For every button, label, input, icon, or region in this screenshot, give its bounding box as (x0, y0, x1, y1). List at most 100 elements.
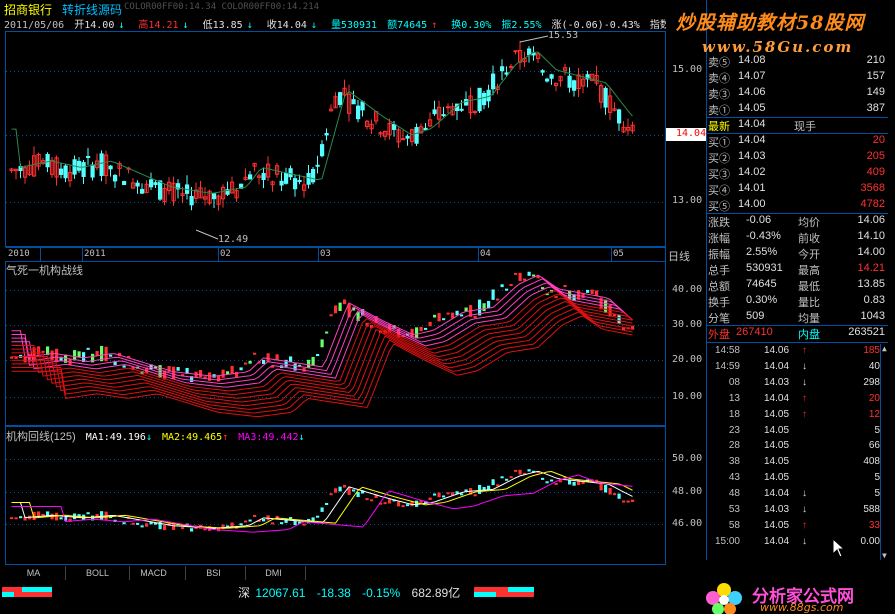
stat-key: 均价 (798, 217, 820, 229)
panel2-candle (248, 360, 252, 364)
candle-body (540, 70, 545, 73)
latest-label: 最新 (708, 121, 730, 133)
buy-row-3[interactable]: 买③ 14.02 409 (706, 166, 887, 182)
buy-row-price: 14.04 (738, 134, 766, 146)
tick-row[interactable]: 18 14.05 ↑ 12 (706, 409, 888, 425)
stat-key: 均量 (798, 313, 820, 325)
tick-row[interactable]: 14:59 14.04 ↓ 40 (706, 361, 888, 377)
panel3-candle (514, 469, 518, 472)
tick-row[interactable]: 28 14.05 66 (706, 440, 888, 456)
tab-bsi[interactable]: BSI (182, 566, 246, 580)
panel2-candle (329, 314, 333, 317)
ma1-value: MA1:49.196 (85, 432, 146, 443)
tick-row[interactable]: 43 14.05 5 (706, 472, 888, 488)
tab-macd[interactable]: MACD (122, 566, 186, 580)
institution-battle-layer (10, 271, 635, 418)
tick-row[interactable]: 38 14.05 408 (706, 456, 888, 472)
main-kline-layer (9, 35, 635, 240)
market-change: -18.38 (316, 586, 351, 600)
panel3-candle (370, 499, 374, 502)
tab-ma[interactable]: MA (2, 566, 66, 580)
tick-direction-icon: ↓ (802, 376, 807, 388)
buy-row-5[interactable]: 买⑤ 14.00 4782 (706, 198, 887, 214)
panel2-candle (307, 359, 311, 368)
tick-scrollbar[interactable]: ▲ ▼ (880, 344, 890, 560)
panel3-candle (352, 489, 356, 492)
tick-row[interactable]: 58 14.05 ↑ 33 (706, 520, 888, 536)
candle-body (473, 111, 478, 114)
panel2-candle (244, 362, 248, 365)
latest-price: 14.04 (738, 118, 766, 130)
panel3-candle (253, 514, 257, 517)
stat-value: 1043 (860, 310, 885, 322)
sell-row-price: 14.07 (738, 70, 766, 82)
tick-row[interactable]: 14:58 14.06 ↑ 185 (706, 345, 888, 361)
watermark-88gs: 分析家公式网 www.88gs.com (700, 582, 895, 614)
candle-body (158, 180, 163, 200)
panel3-candle (608, 487, 612, 495)
tick-row[interactable]: 08 14.03 ↓ 298 (706, 377, 888, 393)
market-pct: -0.15% (362, 586, 401, 600)
candle-body (248, 174, 253, 180)
divider (706, 342, 888, 343)
candle-body (279, 180, 284, 186)
period-label[interactable]: 日线 (668, 248, 690, 264)
candle-body (72, 159, 77, 175)
candle-body (288, 168, 293, 178)
sell-row-1[interactable]: 卖① 14.05 387 (706, 102, 887, 118)
tick-row[interactable]: 15:00 14.04 ↓ 0.00 (706, 536, 888, 552)
buy-row-vol: 20 (872, 134, 885, 146)
buy-row-label: 买③ (708, 169, 730, 181)
tab-dmi[interactable]: DMI (242, 566, 306, 580)
ma1-arrow-icon: ↓ (145, 432, 152, 443)
tick-price: 14.05 (764, 408, 790, 420)
stat-row: 总额 74645 最低 13.85 (706, 278, 887, 294)
panel2-candle (73, 350, 77, 361)
panel2-candle (482, 303, 486, 312)
panel3-title[interactable]: 机构回线(125) (6, 431, 76, 443)
panel2-candle (419, 326, 423, 332)
buy-row-2[interactable]: 买② 14.03 205 (706, 150, 887, 166)
stat-key: 分笔 (708, 313, 730, 325)
stat-value: 0.83 (863, 294, 885, 306)
stat-value: 530931 (746, 262, 783, 274)
sell-row-4[interactable]: 卖④ 14.07 157 (706, 70, 887, 86)
candle-body (45, 154, 50, 168)
panel3-candle (293, 521, 297, 526)
tick-volume: 66 (868, 440, 880, 452)
sell-row-5[interactable]: 卖⑤ 14.08 210 (706, 54, 887, 70)
candle-body (90, 164, 95, 178)
panel2-candle (176, 367, 180, 371)
panel3-candle (550, 479, 554, 482)
sell-row-3[interactable]: 卖③ 14.06 149 (706, 86, 887, 102)
panel3-candle (59, 517, 63, 520)
tab-boll[interactable]: BOLL (66, 566, 130, 580)
stat-key: 振幅 (708, 249, 730, 261)
tick-row[interactable]: 13 14.04 ↑ 20 (706, 393, 888, 409)
panel2-candle (487, 300, 491, 309)
panel3-candle (14, 517, 18, 520)
market-index-summary[interactable]: 深 12067.61 -18.38 -0.15% 682.89亿 (238, 584, 468, 601)
panel3-candle (415, 500, 419, 507)
x-label-05: 05 (613, 249, 624, 259)
stat-row: 涨跌 -0.06 均价 14.06 (706, 214, 887, 230)
tick-row[interactable]: 48 14.04 ↓ 5 (706, 488, 888, 504)
inner-value: 263521 (848, 326, 885, 338)
candle-body (405, 135, 410, 139)
buy-row-1[interactable]: 买① 14.04 20 (706, 134, 887, 150)
inner-label: 内盘 (798, 329, 820, 341)
tick-row[interactable]: 53 14.03 ↓ 588 (706, 504, 888, 520)
tick-row[interactable]: 23 14.05 5 (706, 425, 888, 441)
buy-row-4[interactable]: 买④ 14.01 3568 (706, 182, 887, 198)
tick-time: 53 (728, 504, 740, 515)
tick-time: 18 (728, 408, 740, 420)
tick-direction-icon: ↓ (802, 488, 807, 500)
tick-direction-icon: ↑ (802, 408, 807, 420)
panel2-title[interactable]: 气死一机构战线 (6, 262, 83, 278)
scroll-down-icon[interactable]: ▼ (882, 551, 887, 560)
scroll-up-icon[interactable]: ▲ (882, 344, 887, 353)
outer-value: 267410 (736, 326, 773, 338)
candle-body (113, 174, 118, 182)
panel2-ribbon-line (11, 311, 633, 414)
panel3-candle (140, 525, 144, 528)
